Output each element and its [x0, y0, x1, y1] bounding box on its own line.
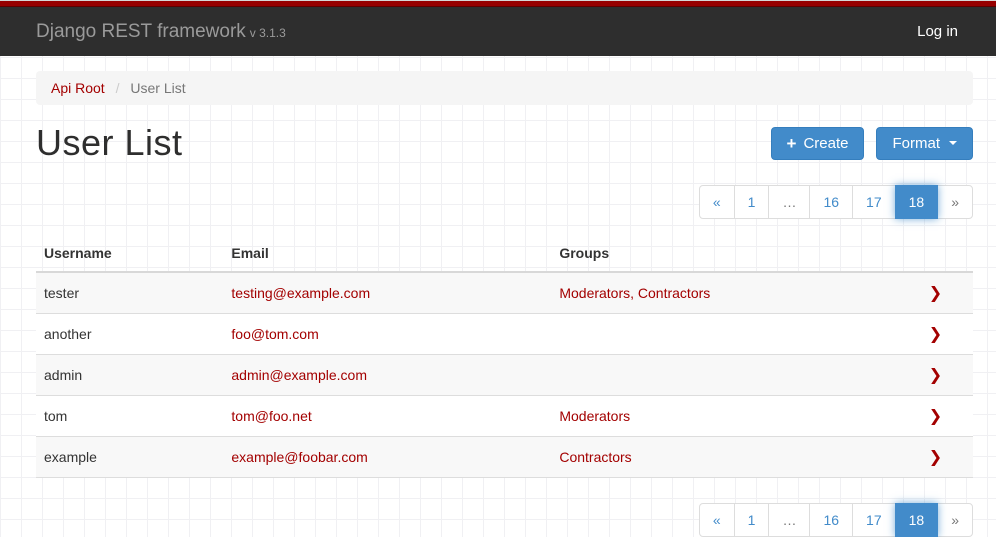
cell-username: tester	[36, 272, 223, 314]
table-row: tom tom@foo.net Moderators ❯	[36, 396, 973, 437]
cell-username: admin	[36, 355, 223, 396]
breadcrumb-current: User List	[130, 80, 185, 96]
pagination-ellipsis: …	[768, 185, 810, 219]
cell-username: example	[36, 437, 223, 478]
chevron-right-icon[interactable]: ❯	[906, 447, 965, 467]
groups-link[interactable]: Moderators, Contractors	[559, 285, 710, 301]
chevron-right-icon[interactable]: ❯	[906, 406, 965, 426]
brand-name: Django REST framework	[36, 21, 246, 42]
pagination-next: »	[937, 185, 973, 219]
header-email: Email	[223, 235, 551, 272]
pagination-page-17[interactable]: 17	[852, 503, 896, 537]
email-link[interactable]: foo@tom.com	[231, 326, 318, 342]
plus-icon: +	[787, 135, 797, 152]
header-username: Username	[36, 235, 223, 272]
cell-groups	[551, 314, 898, 355]
cell-username: another	[36, 314, 223, 355]
navbar: Django REST framework v 3.1.3 Log in	[0, 7, 996, 56]
cell-detail: ❯	[898, 437, 973, 478]
pagination-page-16[interactable]: 16	[809, 185, 853, 219]
breadcrumb-separator: /	[116, 80, 120, 96]
email-link[interactable]: admin@example.com	[231, 367, 367, 383]
header-row: Username Email Groups	[36, 235, 973, 272]
breadcrumb-api-root[interactable]: Api Root	[51, 80, 105, 96]
login-link[interactable]: Log in	[917, 23, 958, 40]
pagination-bottom-row: «1…161718»	[36, 503, 973, 537]
groups-link[interactable]: Contractors	[559, 449, 631, 465]
cell-groups	[551, 355, 898, 396]
create-button-label: Create	[803, 135, 848, 152]
email-link[interactable]: tom@foo.net	[231, 408, 311, 424]
pagination-prev[interactable]: «	[699, 185, 735, 219]
toolbar: + Create Format	[771, 127, 973, 160]
chevron-right-icon[interactable]: ❯	[906, 283, 965, 303]
chevron-right-icon[interactable]: ❯	[906, 365, 965, 385]
table-row: another foo@tom.com ❯	[36, 314, 973, 355]
pagination-bottom: «1…161718»	[699, 503, 973, 537]
caret-down-icon	[949, 141, 957, 145]
cell-detail: ❯	[898, 272, 973, 314]
pagination-prev[interactable]: «	[699, 503, 735, 537]
user-table: Username Email Groups tester testing@exam…	[36, 235, 973, 478]
cell-email: admin@example.com	[223, 355, 551, 396]
breadcrumb: Api Root / User List	[36, 71, 973, 105]
page-title: User List	[36, 122, 183, 164]
format-dropdown-button[interactable]: Format	[876, 127, 973, 160]
pagination-page-1[interactable]: 1	[734, 503, 770, 537]
cell-detail: ❯	[898, 396, 973, 437]
table-row: admin admin@example.com ❯	[36, 355, 973, 396]
cell-detail: ❯	[898, 314, 973, 355]
table-row: example example@foobar.com Contractors ❯	[36, 437, 973, 478]
cell-username: tom	[36, 396, 223, 437]
groups-link[interactable]: Moderators	[559, 408, 630, 424]
pagination-page-18: 18	[895, 185, 939, 219]
cell-email: tom@foo.net	[223, 396, 551, 437]
cell-groups: Contractors	[551, 437, 898, 478]
user-table-head: Username Email Groups	[36, 235, 973, 272]
header-groups: Groups	[551, 235, 898, 272]
cell-email: example@foobar.com	[223, 437, 551, 478]
header-detail	[898, 235, 973, 272]
top-accent-stripe	[0, 0, 996, 7]
email-link[interactable]: testing@example.com	[231, 285, 370, 301]
cell-groups: Moderators	[551, 396, 898, 437]
main-container: Api Root / User List User List + Create …	[36, 71, 973, 537]
pagination-page-16[interactable]: 16	[809, 503, 853, 537]
pagination-next: »	[937, 503, 973, 537]
pagination-page-17[interactable]: 17	[852, 185, 896, 219]
format-button-label: Format	[892, 135, 940, 152]
cell-email: foo@tom.com	[223, 314, 551, 355]
create-button[interactable]: + Create	[771, 127, 865, 160]
cell-detail: ❯	[898, 355, 973, 396]
cell-groups: Moderators, Contractors	[551, 272, 898, 314]
pagination-top-row: «1…161718»	[36, 185, 973, 219]
pagination-top: «1…161718»	[699, 185, 973, 219]
pagination-page-18: 18	[895, 503, 939, 537]
pagination-ellipsis: …	[768, 503, 810, 537]
email-link[interactable]: example@foobar.com	[231, 449, 367, 465]
pagination-page-1[interactable]: 1	[734, 185, 770, 219]
user-table-body: tester testing@example.com Moderators, Con…	[36, 272, 973, 478]
page-header: User List + Create Format	[36, 122, 973, 164]
cell-email: testing@example.com	[223, 272, 551, 314]
table-row: tester testing@example.com Moderators, Con…	[36, 272, 973, 314]
brand-title: Django REST framework v 3.1.3	[36, 21, 286, 43]
brand-version: v 3.1.3	[250, 26, 286, 40]
chevron-right-icon[interactable]: ❯	[906, 324, 965, 344]
